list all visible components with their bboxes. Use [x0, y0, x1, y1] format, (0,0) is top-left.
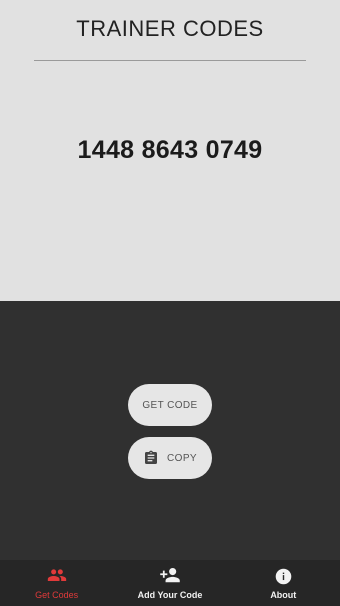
code-display-panel: TRAINER CODES 1448 8643 0749	[0, 0, 340, 301]
nav-label-add-your-code: Add Your Code	[137, 590, 203, 600]
copy-button[interactable]: COPY	[128, 437, 212, 479]
copy-label: COPY	[167, 452, 197, 464]
trainer-code-value: 1448 8643 0749	[77, 136, 263, 164]
page-title: TRAINER CODES	[76, 16, 264, 41]
get-code-button[interactable]: GET CODE	[128, 384, 212, 426]
nav-item-get-codes[interactable]: Get Codes	[0, 560, 113, 606]
actions-panel	[0, 301, 340, 560]
clipboard-icon	[143, 450, 159, 466]
nav-item-about[interactable]: About	[227, 560, 340, 606]
get-code-label: GET CODE	[142, 399, 198, 411]
title-divider	[34, 60, 306, 61]
nav-item-add-your-code[interactable]: Add Your Code	[113, 560, 226, 606]
bottom-navigation: Get Codes Add Your Code About	[0, 560, 340, 606]
info-icon	[275, 568, 292, 584]
person-add-icon	[159, 568, 181, 584]
nav-label-about: About	[270, 590, 297, 600]
people-icon	[47, 568, 67, 584]
nav-label-get-codes: Get Codes	[35, 590, 79, 600]
